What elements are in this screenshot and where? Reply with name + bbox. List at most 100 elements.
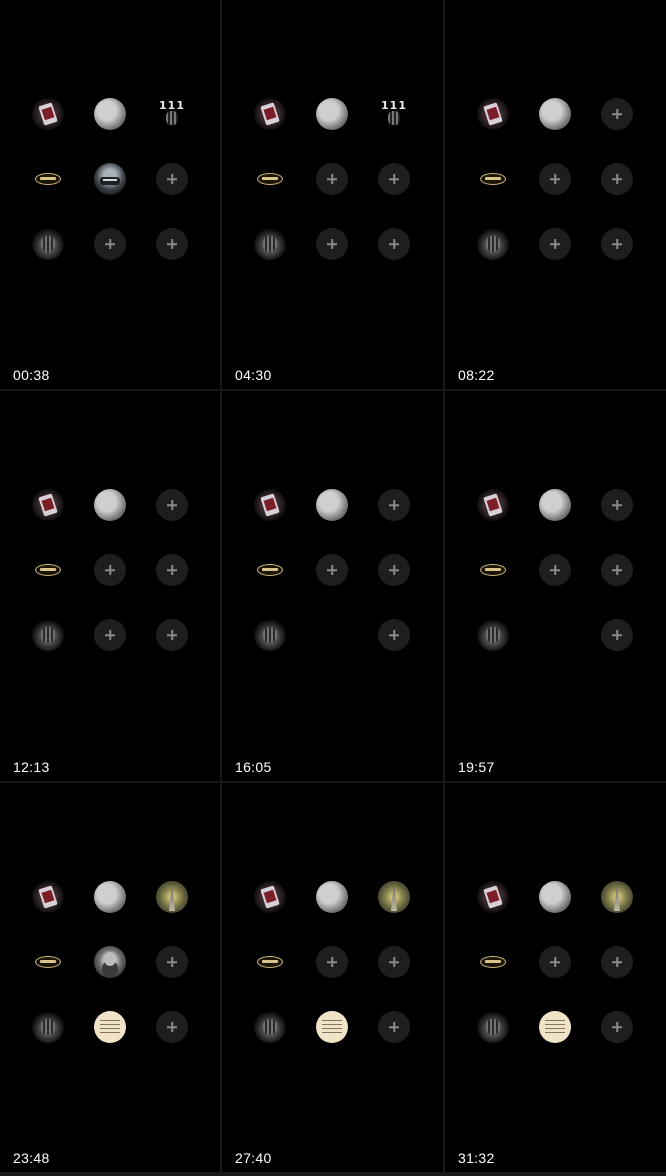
timestamp-label: 16:05: [235, 759, 272, 775]
tiger-avatar-icon[interactable]: [254, 1011, 286, 1043]
playing-card-avatar-icon[interactable]: [254, 881, 286, 913]
tiger-avatar-icon[interactable]: [477, 1011, 509, 1043]
recording-panel: 111 04:30: [222, 0, 443, 389]
timestamp-label: 08:22: [458, 367, 495, 383]
recording-panel: 19:57: [445, 391, 666, 781]
add-icon[interactable]: [316, 163, 348, 195]
playing-card-avatar-icon[interactable]: [254, 489, 286, 521]
number-label: 111: [381, 99, 407, 112]
timestamp-label: 19:57: [458, 759, 495, 775]
add-icon[interactable]: [316, 946, 348, 978]
add-icon[interactable]: [316, 554, 348, 586]
moon-avatar-icon[interactable]: [94, 489, 126, 521]
car-avatar-icon[interactable]: [94, 163, 126, 195]
add-icon[interactable]: [156, 228, 188, 260]
oval-logo-avatar-icon[interactable]: [32, 163, 64, 195]
add-icon[interactable]: [601, 98, 633, 130]
moon-avatar-icon[interactable]: [539, 489, 571, 521]
add-icon[interactable]: [94, 619, 126, 651]
add-icon[interactable]: [378, 163, 410, 195]
add-icon[interactable]: [156, 946, 188, 978]
add-icon[interactable]: [378, 228, 410, 260]
tiger-avatar-icon[interactable]: [254, 228, 286, 260]
oval-logo-avatar-icon[interactable]: [254, 946, 286, 978]
add-icon[interactable]: [539, 163, 571, 195]
add-icon[interactable]: [94, 554, 126, 586]
add-icon[interactable]: [378, 946, 410, 978]
add-icon[interactable]: [601, 946, 633, 978]
portrait-avatar-icon[interactable]: [94, 946, 126, 978]
tiger-avatar-icon[interactable]: [477, 228, 509, 260]
add-icon[interactable]: [156, 163, 188, 195]
add-icon[interactable]: [601, 228, 633, 260]
add-icon[interactable]: [378, 1011, 410, 1043]
oval-logo-avatar-icon[interactable]: [477, 163, 509, 195]
empty-slot: [316, 619, 348, 651]
moon-avatar-icon[interactable]: [316, 881, 348, 913]
playing-card-avatar-icon[interactable]: [32, 881, 64, 913]
playing-card-avatar-icon[interactable]: [477, 881, 509, 913]
oval-logo-avatar-icon[interactable]: [32, 946, 64, 978]
add-icon[interactable]: [378, 489, 410, 521]
recording-panel: 111 00:38: [0, 0, 220, 389]
playing-card-avatar-icon[interactable]: [477, 98, 509, 130]
timestamp-label: 31:32: [458, 1150, 495, 1166]
road-landscape-avatar-icon[interactable]: [601, 881, 633, 913]
road-landscape-avatar-icon[interactable]: [378, 881, 410, 913]
tiger-avatar-icon[interactable]: [32, 228, 64, 260]
tiger-avatar-icon[interactable]: [254, 619, 286, 651]
playing-card-avatar-icon[interactable]: [32, 489, 64, 521]
road-landscape-avatar-icon[interactable]: [156, 881, 188, 913]
moon-avatar-icon[interactable]: [539, 98, 571, 130]
add-icon[interactable]: [601, 554, 633, 586]
oval-logo-avatar-icon[interactable]: [254, 163, 286, 195]
oval-logo-avatar-icon[interactable]: [32, 554, 64, 586]
recording-panel: 12:13: [0, 391, 220, 781]
timestamp-label: 12:13: [13, 759, 50, 775]
empty-slot: [539, 619, 571, 651]
tiger-avatar-icon[interactable]: [32, 1011, 64, 1043]
timestamp-label: 04:30: [235, 367, 272, 383]
add-icon[interactable]: [156, 554, 188, 586]
add-icon[interactable]: [316, 228, 348, 260]
moon-avatar-icon[interactable]: [94, 881, 126, 913]
moon-avatar-icon[interactable]: [316, 98, 348, 130]
add-icon[interactable]: [539, 228, 571, 260]
add-icon[interactable]: [539, 554, 571, 586]
screenshot-grid: 111 00:38 111 04:30 08:22 12:13 16:05 19:57 23:4…: [0, 0, 666, 1176]
number-111-tiger-avatar-icon[interactable]: 111: [156, 98, 188, 130]
playing-card-avatar-icon[interactable]: [477, 489, 509, 521]
add-icon[interactable]: [156, 619, 188, 651]
playing-card-avatar-icon[interactable]: [254, 98, 286, 130]
tiger-avatar-icon[interactable]: [32, 619, 64, 651]
timestamp-label: 27:40: [235, 1150, 272, 1166]
add-icon[interactable]: [156, 489, 188, 521]
number-111-tiger-avatar-icon[interactable]: 111: [378, 98, 410, 130]
recording-panel: 23:48: [0, 783, 220, 1172]
handwritten-note-avatar-icon[interactable]: [316, 1011, 348, 1043]
add-icon[interactable]: [539, 946, 571, 978]
timestamp-label: 00:38: [13, 367, 50, 383]
add-icon[interactable]: [601, 163, 633, 195]
oval-logo-avatar-icon[interactable]: [477, 946, 509, 978]
add-icon[interactable]: [378, 554, 410, 586]
number-label: 111: [159, 99, 185, 112]
moon-avatar-icon[interactable]: [94, 98, 126, 130]
timestamp-label: 23:48: [13, 1150, 50, 1166]
oval-logo-avatar-icon[interactable]: [254, 554, 286, 586]
tiger-avatar-icon[interactable]: [477, 619, 509, 651]
playing-card-avatar-icon[interactable]: [32, 98, 64, 130]
add-icon[interactable]: [94, 228, 126, 260]
recording-panel: 08:22: [445, 0, 666, 389]
add-icon[interactable]: [378, 619, 410, 651]
moon-avatar-icon[interactable]: [316, 489, 348, 521]
handwritten-note-avatar-icon[interactable]: [94, 1011, 126, 1043]
add-icon[interactable]: [601, 619, 633, 651]
add-icon[interactable]: [156, 1011, 188, 1043]
handwritten-note-avatar-icon[interactable]: [539, 1011, 571, 1043]
add-icon[interactable]: [601, 1011, 633, 1043]
add-icon[interactable]: [601, 489, 633, 521]
oval-logo-avatar-icon[interactable]: [477, 554, 509, 586]
moon-avatar-icon[interactable]: [539, 881, 571, 913]
recording-panel: 27:40: [222, 783, 443, 1172]
